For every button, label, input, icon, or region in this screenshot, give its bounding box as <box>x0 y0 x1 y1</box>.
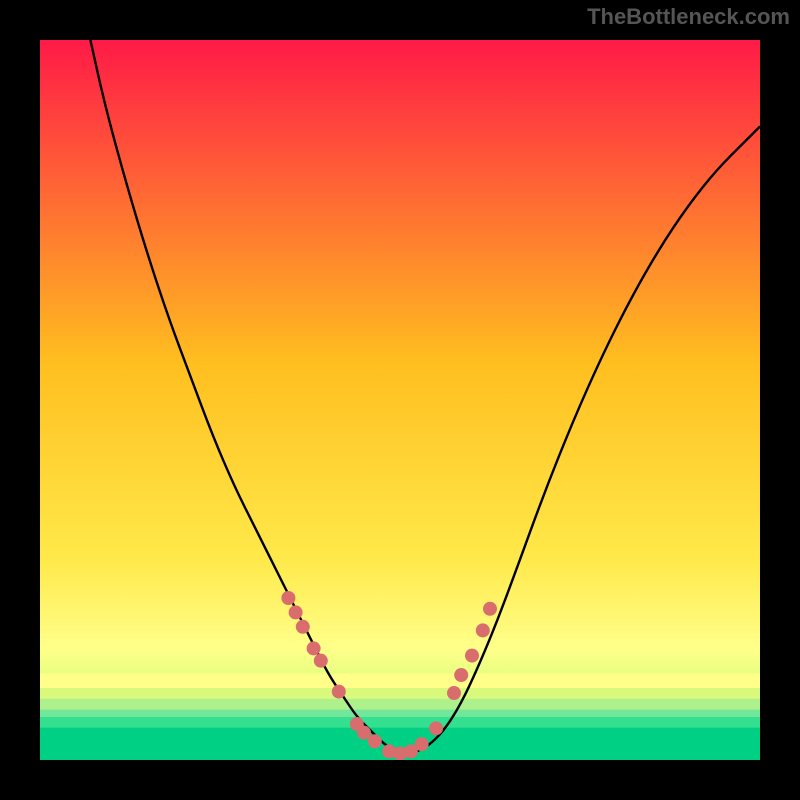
data-dot <box>454 668 468 682</box>
data-dot <box>465 649 479 663</box>
data-dot <box>429 721 443 735</box>
data-dot <box>483 602 497 616</box>
data-dot <box>447 686 461 700</box>
data-dot <box>415 737 429 751</box>
data-dot <box>476 623 490 637</box>
data-dot <box>296 620 310 634</box>
watermark-text: TheBottleneck.com <box>587 4 790 30</box>
data-dot <box>289 605 303 619</box>
data-dot <box>307 641 321 655</box>
gradient-background <box>40 40 760 760</box>
bottleneck-chart <box>40 40 760 760</box>
data-dot <box>281 591 295 605</box>
data-dot <box>368 734 382 748</box>
data-dot <box>332 685 346 699</box>
data-dot <box>314 654 328 668</box>
